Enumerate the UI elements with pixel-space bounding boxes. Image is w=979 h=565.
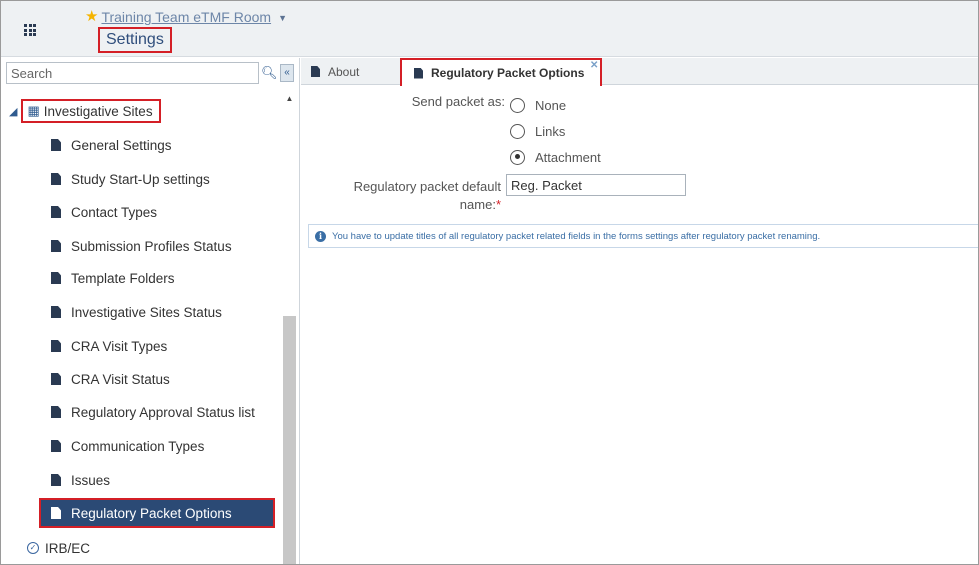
tree-item-label: Submission Profiles Status — [71, 238, 232, 254]
apps-grid-icon[interactable] — [24, 24, 36, 36]
document-icon — [51, 507, 61, 519]
page-title: Settings — [98, 27, 172, 53]
tree-root-label: Investigative Sites — [43, 103, 153, 119]
tab-bar: About Regulatory Packet Options ✕ — [301, 58, 978, 86]
radio-option-links[interactable]: Links — [510, 118, 601, 144]
expand-triangle-icon[interactable]: ◢ — [9, 105, 17, 118]
tab-label: About — [328, 64, 360, 79]
tree-item-label: Template Folders — [71, 270, 175, 286]
document-icon — [51, 474, 61, 486]
send-packet-radio-group: None Links Attachment — [510, 92, 601, 170]
settings-sidebar: 🔍︎ « ◢ ▦ Investigative Sites General Set… — [1, 58, 300, 564]
radio-label: None — [535, 97, 567, 113]
radio-button[interactable] — [510, 123, 525, 139]
search-icon[interactable]: 🔍︎ — [261, 64, 278, 82]
star-icon: ★ — [85, 8, 99, 25]
tree-item[interactable]: Template Folders — [51, 265, 175, 291]
tree-item-label: CRA Visit Status — [71, 371, 170, 387]
radio-button-checked[interactable] — [510, 149, 525, 165]
tab-regulatory-packet-options[interactable]: Regulatory Packet Options ✕ — [400, 58, 603, 86]
radio-button[interactable] — [510, 97, 525, 113]
packet-name-label-text: Regulatory packet default name: — [353, 179, 501, 212]
tree-item-label: General Settings — [71, 137, 172, 153]
document-icon — [51, 173, 61, 185]
tree-item-selected[interactable]: Regulatory Packet Options — [39, 498, 275, 528]
tree-item[interactable]: Regulatory Approval Status list — [51, 399, 255, 425]
search-row: 🔍︎ « — [6, 62, 296, 84]
tree-item[interactable]: Communication Types — [51, 433, 204, 459]
tree-item[interactable]: Contact Types — [51, 199, 157, 225]
packet-name-input[interactable] — [506, 174, 686, 196]
tree-item-label: Investigative Sites Status — [71, 304, 222, 320]
document-icon — [51, 272, 61, 284]
info-text: You have to update titles of all regulat… — [332, 230, 821, 242]
tree-item-label: CRA Visit Types — [71, 338, 168, 354]
info-icon: i — [315, 230, 326, 242]
document-icon — [51, 206, 61, 218]
room-selector[interactable]: ★ Training Team eTMF Room ▼ — [85, 9, 287, 25]
radio-label: Attachment — [535, 149, 601, 165]
tree-root-label: IRB/EC — [45, 540, 91, 556]
caret-down-icon[interactable]: ▼ — [278, 13, 287, 23]
tree-item[interactable]: Investigative Sites Status — [51, 299, 222, 325]
root-label-box[interactable]: ▦ Investigative Sites — [21, 99, 161, 123]
tree-item[interactable]: Submission Profiles Status — [51, 233, 232, 259]
close-icon[interactable]: ✕ — [590, 60, 598, 71]
document-icon — [51, 440, 61, 452]
scrollbar-thumb[interactable] — [283, 316, 296, 564]
document-icon — [311, 66, 320, 77]
scroll-up-icon[interactable]: ▲ — [283, 92, 296, 106]
check-circle-icon: ✓ — [27, 542, 39, 554]
radio-label: Links — [535, 123, 566, 139]
document-icon — [414, 67, 423, 79]
document-icon — [51, 340, 61, 352]
document-icon — [51, 240, 61, 252]
document-icon — [51, 139, 61, 151]
app-header: ★ Training Team eTMF Room ▼ Settings — [1, 1, 978, 57]
tree-item-label: Regulatory Packet Options — [71, 505, 232, 521]
tree-item-label: Communication Types — [71, 438, 205, 454]
document-icon — [51, 373, 61, 385]
tab-about[interactable]: About — [311, 58, 359, 85]
tab-label: Regulatory Packet Options — [431, 66, 585, 80]
room-title[interactable]: Training Team eTMF Room — [101, 9, 271, 25]
info-message: i You have to update titles of all regul… — [308, 224, 978, 248]
radio-option-attachment[interactable]: Attachment — [510, 144, 601, 170]
tree-item-label: Issues — [71, 472, 111, 488]
site-icon: ▦ — [27, 103, 40, 118]
packet-name-label: Regulatory packet default name:* — [321, 178, 501, 214]
search-input[interactable] — [6, 62, 259, 84]
tree-root-irb-ec[interactable]: ✓ IRB/EC — [27, 535, 90, 561]
tree-item[interactable]: CRA Visit Status — [51, 366, 170, 392]
collapse-left-icon[interactable]: « — [280, 64, 294, 82]
tree-item-label: Study Start-Up settings — [71, 171, 210, 187]
document-icon — [51, 306, 61, 318]
send-packet-label: Send packet as: — [411, 94, 505, 109]
settings-tree: ◢ ▦ Investigative Sites General Settings… — [1, 92, 281, 564]
tree-item-label: Regulatory Approval Status list — [71, 404, 255, 420]
tree-item[interactable]: General Settings — [51, 132, 172, 158]
tree-item[interactable]: Study Start-Up settings — [51, 166, 210, 192]
required-mark: * — [495, 197, 501, 212]
tree-item[interactable]: Issues — [51, 467, 110, 493]
radio-option-none[interactable]: None — [510, 92, 601, 118]
document-icon — [51, 406, 61, 418]
settings-content: Send packet as: None Links Attachment Re… — [301, 86, 978, 564]
tree-item[interactable]: CRA Visit Types — [51, 333, 167, 359]
tree-scrollbar[interactable]: ▲ — [283, 92, 296, 564]
tree-item-label: Contact Types — [71, 204, 158, 220]
tree-root-investigative-sites[interactable]: ◢ ▦ Investigative Sites — [9, 98, 161, 124]
